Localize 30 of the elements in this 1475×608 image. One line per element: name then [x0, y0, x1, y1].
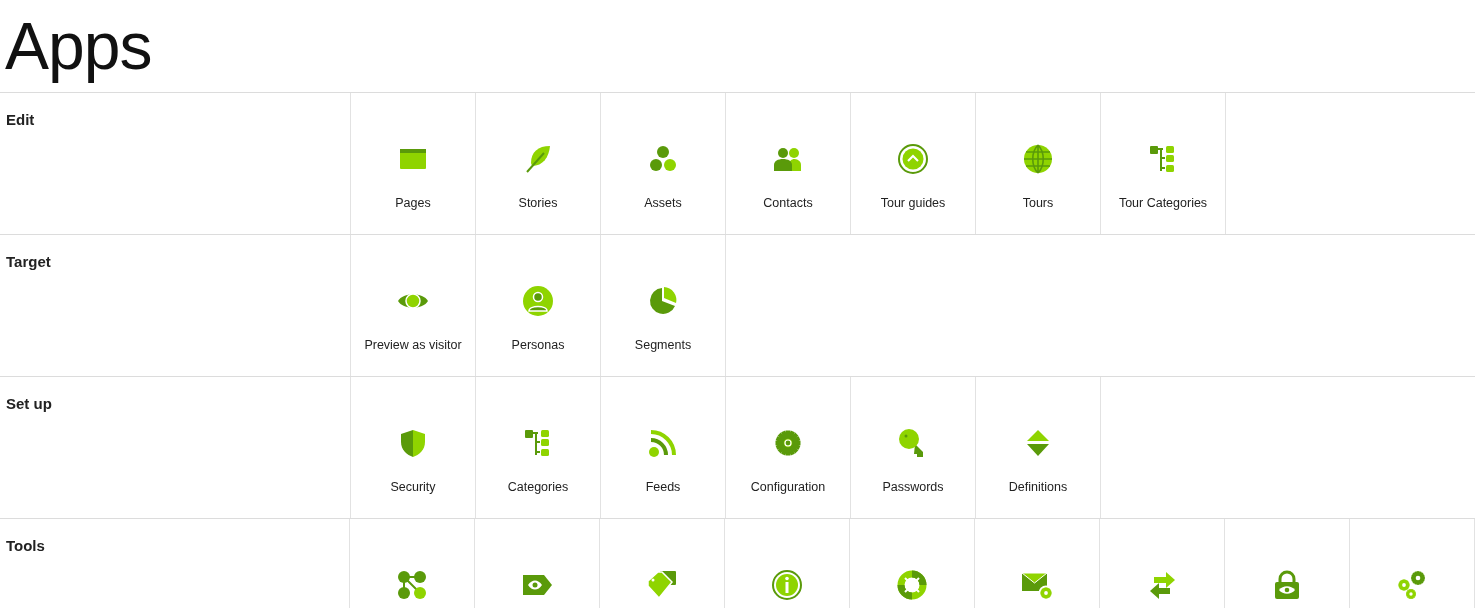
app-label[interactable]: Passwords [882, 480, 944, 494]
feed-icon [647, 427, 679, 459]
globe-icon [1022, 143, 1054, 175]
app-label[interactable]: Security [390, 480, 436, 494]
app-label[interactable]: Contacts [763, 196, 813, 210]
lifebuoy-icon [896, 569, 928, 601]
nodes-icon [396, 569, 428, 601]
info-icon [771, 569, 803, 601]
app-label[interactable]: Preview as visitor [364, 338, 462, 352]
app-label[interactable]: Tours [1022, 196, 1054, 210]
page-title: Apps [4, 8, 153, 85]
app-label[interactable]: Personas [511, 338, 565, 352]
app-label[interactable]: Stories [518, 196, 558, 210]
app-label[interactable]: Configuration [750, 480, 826, 494]
app-label[interactable]: Tour guides [880, 196, 946, 210]
app-label[interactable]: Tour Categories [1118, 196, 1208, 210]
app-label[interactable]: Segments [634, 338, 692, 352]
pie-chart-icon [647, 285, 679, 317]
section-title: Edit [5, 110, 36, 128]
section-title: Tools [5, 536, 46, 554]
section-title: Set up [5, 394, 53, 412]
app-label[interactable]: Definitions [1008, 480, 1068, 494]
app-label[interactable]: Feeds [645, 480, 681, 494]
app-label[interactable]: Pages [395, 196, 431, 210]
section-title: Target [5, 252, 52, 270]
chevron-circle-icon [897, 143, 929, 175]
gears-icon [1396, 569, 1428, 601]
user-circle-icon [522, 285, 554, 317]
app-label[interactable]: Assets [644, 196, 682, 210]
app-label[interactable]: Categories [507, 480, 569, 494]
